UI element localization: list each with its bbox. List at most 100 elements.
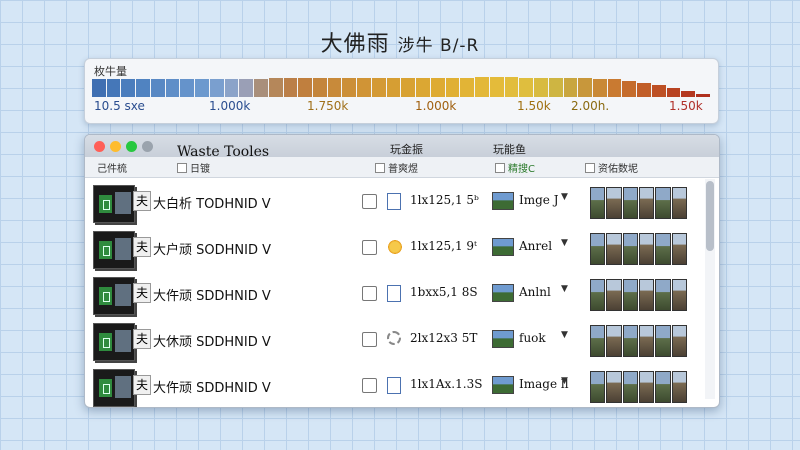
column-header-name[interactable]: 己件梳 (97, 160, 127, 175)
file-row[interactable]: 夫大休顽 SDDHNID V 2lx12x3 5T fuok ▼ (85, 319, 705, 365)
scale-bar (342, 78, 357, 97)
file-name[interactable]: 大仵顽 SDDHNID V (153, 285, 271, 304)
column-header-size[interactable]: 普爽煜 (375, 160, 418, 175)
close-window-button[interactable] (94, 141, 105, 152)
title-sub: 涉牛 B/-R (397, 36, 480, 56)
scale-bar (298, 78, 313, 97)
file-tag: 夫 (133, 375, 151, 395)
file-row[interactable]: 夫大仵顽 SDDHNID V 1lx1Ax.1.3S Image ll ▼ (85, 365, 705, 407)
scale-bar (563, 78, 578, 97)
file-window: Waste Tooles 玩金振 玩能鱼 己件梳 日镀 普爽煜 精搜C 资佑数坭… (84, 134, 720, 408)
tick-label: 1.000k (415, 99, 457, 113)
scale-bar (224, 79, 239, 97)
title-main: 大佛雨 (320, 32, 390, 57)
scale-bar (386, 78, 401, 97)
scale-bar (327, 78, 342, 97)
file-name[interactable]: 大休顽 SDDHNID V (153, 331, 271, 350)
scale-bar (106, 79, 121, 97)
row-checkbox[interactable] (362, 378, 377, 393)
extra-window-button[interactable] (142, 141, 153, 152)
file-icon (387, 377, 401, 394)
screen-icon (115, 192, 131, 214)
scale-bar (416, 78, 430, 97)
landscape-icon (492, 284, 514, 302)
tab-secondary[interactable]: 玩能鱼 (493, 141, 526, 157)
scale-bar (475, 77, 489, 97)
scale-bar (283, 78, 298, 97)
row-checkbox[interactable] (362, 286, 377, 301)
column-header-preview[interactable]: 资佑数坭 (585, 160, 638, 175)
tick-label: 1.50k (669, 99, 703, 113)
tick-label: 1.50k (517, 99, 551, 113)
file-size: 1lx1Ax.1.3S (410, 377, 483, 391)
scale-bar (534, 78, 548, 97)
chevron-down-icon[interactable]: ▼ (561, 192, 568, 202)
column-header-size-label: 普爽煜 (388, 164, 418, 175)
file-size: 1lx125,1 5ᵇ (410, 193, 479, 207)
zoom-window-button[interactable] (126, 141, 137, 152)
preview-strip[interactable] (590, 233, 688, 265)
screen-icon (115, 376, 131, 398)
file-size: 2lx12x3 5T (410, 331, 478, 345)
column-header-preview-label: 资佑数坭 (598, 164, 638, 175)
file-name[interactable]: 大仵顽 SDDHNID V (153, 377, 271, 396)
column-header-type-label: 精搜C (508, 164, 535, 175)
column-header-type[interactable]: 精搜C (495, 160, 535, 175)
screen-icon (115, 238, 131, 260)
scale-bar (268, 78, 283, 97)
scale-bar (239, 79, 254, 97)
scale-bar (445, 78, 460, 97)
header-checkbox[interactable] (177, 163, 187, 173)
file-size: 1lx125,1 9ᵗ (410, 239, 478, 253)
scale-bar (401, 78, 416, 97)
scale-bar (121, 79, 136, 97)
file-row[interactable]: 夫大白析 TODHNID V 1lx125,1 5ᵇ Imge J ▼ (85, 181, 705, 227)
scale-ticks: 10.5 sxe 1.000k 1.750k 1.000k 1.50k 2.00… (85, 99, 718, 117)
chevron-down-icon[interactable]: ▼ (561, 284, 568, 294)
window-titlebar: Waste Tooles 玩金振 玩能鱼 (85, 135, 719, 160)
file-type: Imge J (519, 193, 559, 207)
file-thumbnail[interactable] (93, 277, 135, 315)
file-thumbnail[interactable] (93, 185, 135, 223)
scale-bar (165, 79, 180, 97)
file-type: fuok (519, 331, 546, 345)
file-row[interactable]: 夫大仵顽 SDDHNID V 1bxx5,1 8S Anlnl ▼ (85, 273, 705, 319)
file-type: Anlnl (519, 285, 551, 299)
scale-bar (150, 79, 165, 97)
screen-icon (115, 330, 131, 352)
tick-label: 10.5 sxe (94, 99, 145, 113)
file-row[interactable]: 夫大户顽 SODHNID V 1lx125,1 9ᵗ Anrel ▼ (85, 227, 705, 273)
tab-primary[interactable]: 玩金振 (390, 141, 423, 157)
file-name[interactable]: 大户顽 SODHNID V (153, 239, 271, 258)
scrollbar-thumb[interactable] (706, 181, 714, 251)
chevron-down-icon[interactable]: ▼ (561, 330, 568, 340)
scale-bar (489, 77, 504, 97)
file-icon (387, 193, 401, 210)
preview-strip[interactable] (590, 279, 688, 311)
row-checkbox[interactable] (362, 332, 377, 347)
column-header-date[interactable]: 日镀 (177, 160, 210, 175)
scale-bar (195, 79, 209, 97)
file-name[interactable]: 大白析 TODHNID V (153, 193, 271, 212)
minimize-window-button[interactable] (110, 141, 121, 152)
chevron-down-icon[interactable]: ▼ (561, 238, 568, 248)
landscape-icon (492, 330, 514, 348)
row-checkbox[interactable] (362, 240, 377, 255)
header-checkbox[interactable] (585, 163, 595, 173)
header-checkbox[interactable] (375, 163, 385, 173)
scale-bar (578, 78, 592, 97)
preview-strip[interactable] (590, 371, 688, 403)
row-checkbox[interactable] (362, 194, 377, 209)
sun-icon (387, 239, 403, 255)
file-thumbnail[interactable] (93, 231, 135, 269)
scale-bar (180, 79, 195, 97)
file-thumbnail[interactable] (93, 369, 135, 407)
tick-label: 1.000k (209, 99, 251, 113)
header-checkbox[interactable] (495, 163, 505, 173)
vertical-scrollbar[interactable] (705, 179, 715, 399)
preview-strip[interactable] (590, 325, 688, 357)
file-thumbnail[interactable] (93, 323, 135, 361)
preview-strip[interactable] (590, 187, 688, 219)
scale-bar (504, 77, 519, 97)
chevron-down-icon[interactable]: ▼ (561, 376, 568, 386)
